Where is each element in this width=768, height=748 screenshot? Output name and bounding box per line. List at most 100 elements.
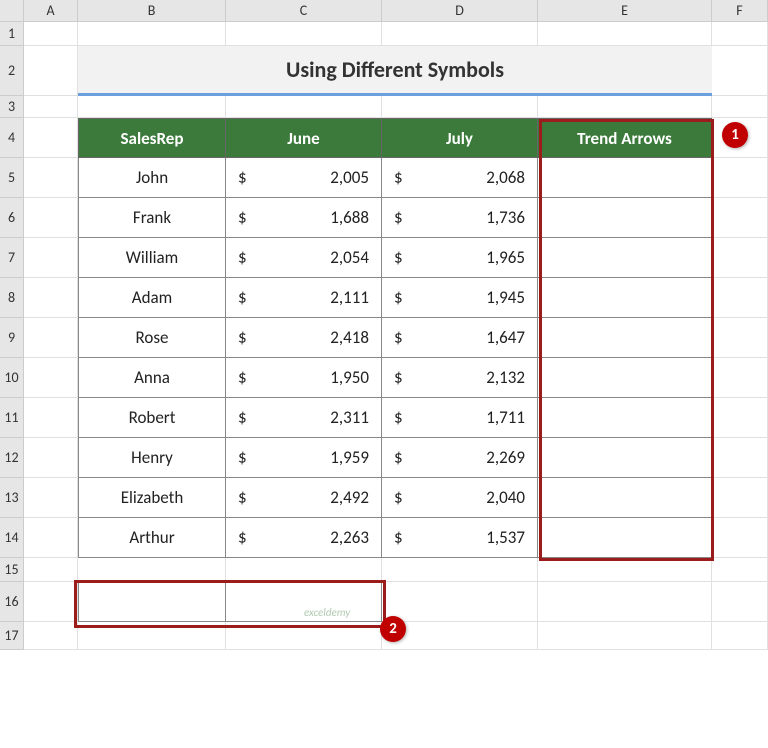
cell[interactable] <box>712 278 768 318</box>
cell[interactable] <box>712 158 768 198</box>
cell[interactable] <box>24 238 78 278</box>
header-june[interactable]: June <box>226 118 382 158</box>
table-cell-name[interactable]: Robert <box>78 398 226 438</box>
cell[interactable] <box>712 96 768 118</box>
col-header-d[interactable]: D <box>382 0 538 21</box>
cell[interactable] <box>382 582 538 622</box>
table-cell-name[interactable]: Elizabeth <box>78 478 226 518</box>
table-cell-trend[interactable] <box>538 358 712 398</box>
cell[interactable] <box>24 438 78 478</box>
table-cell-trend[interactable] <box>538 398 712 438</box>
cell[interactable] <box>78 22 226 46</box>
row-header-6[interactable]: 6 <box>0 198 23 238</box>
table-cell-name[interactable]: Adam <box>78 278 226 318</box>
col-header-b[interactable]: B <box>78 0 226 21</box>
cell[interactable] <box>226 558 382 582</box>
cell[interactable] <box>382 22 538 46</box>
table-cell-july[interactable]: $1,965 <box>382 238 538 278</box>
cell[interactable] <box>24 46 78 96</box>
row-header-8[interactable]: 8 <box>0 278 23 318</box>
cell[interactable] <box>712 582 768 622</box>
row-header-1[interactable]: 1 <box>0 22 23 46</box>
table-cell-june[interactable]: $1,688 <box>226 198 382 238</box>
cell[interactable] <box>382 558 538 582</box>
table-cell-june[interactable]: $2,111 <box>226 278 382 318</box>
cell[interactable] <box>712 46 768 96</box>
table-cell-july[interactable]: $2,269 <box>382 438 538 478</box>
table-cell-name[interactable]: Anna <box>78 358 226 398</box>
table-cell-trend[interactable] <box>538 198 712 238</box>
col-header-c[interactable]: C <box>226 0 382 21</box>
cell-b16[interactable] <box>78 582 226 622</box>
cell[interactable] <box>78 622 226 650</box>
table-cell-july[interactable]: $1,647 <box>382 318 538 358</box>
worksheet-area[interactable]: Using Different Symbols SalesRep June Ju… <box>24 22 768 748</box>
table-cell-name[interactable]: John <box>78 158 226 198</box>
table-cell-trend[interactable] <box>538 518 712 558</box>
row-header-11[interactable]: 11 <box>0 398 23 438</box>
cell[interactable] <box>24 518 78 558</box>
cell[interactable] <box>24 622 78 650</box>
table-cell-trend[interactable] <box>538 238 712 278</box>
cell[interactable] <box>712 22 768 46</box>
table-cell-name[interactable]: Henry <box>78 438 226 478</box>
cell[interactable] <box>24 398 78 438</box>
cell[interactable] <box>24 22 78 46</box>
col-header-f[interactable]: F <box>712 0 768 21</box>
header-trend[interactable]: Trend Arrows <box>538 118 712 158</box>
table-cell-trend[interactable] <box>538 438 712 478</box>
cell[interactable] <box>712 238 768 278</box>
row-header-17[interactable]: 17 <box>0 622 23 650</box>
table-cell-july[interactable]: $1,711 <box>382 398 538 438</box>
cell[interactable] <box>24 558 78 582</box>
table-cell-july[interactable]: $2,132 <box>382 358 538 398</box>
table-cell-trend[interactable] <box>538 318 712 358</box>
cell[interactable] <box>538 22 712 46</box>
table-cell-trend[interactable] <box>538 158 712 198</box>
col-header-a[interactable]: A <box>24 0 78 21</box>
table-cell-june[interactable]: $2,492 <box>226 478 382 518</box>
table-cell-name[interactable]: Frank <box>78 198 226 238</box>
title-cell[interactable]: Using Different Symbols <box>78 46 712 96</box>
col-header-e[interactable]: E <box>538 0 712 21</box>
table-cell-name[interactable]: Rose <box>78 318 226 358</box>
row-header-9[interactable]: 9 <box>0 318 23 358</box>
cell[interactable] <box>24 358 78 398</box>
row-header-10[interactable]: 10 <box>0 358 23 398</box>
cell[interactable] <box>538 622 712 650</box>
cell[interactable] <box>712 478 768 518</box>
cell[interactable] <box>538 96 712 118</box>
cell[interactable] <box>24 158 78 198</box>
cell[interactable] <box>24 198 78 238</box>
cell[interactable] <box>24 278 78 318</box>
cell[interactable] <box>226 22 382 46</box>
cell[interactable] <box>712 318 768 358</box>
row-header-16[interactable]: 16 <box>0 582 23 622</box>
cell[interactable] <box>226 622 382 650</box>
table-cell-july[interactable]: $1,537 <box>382 518 538 558</box>
cell[interactable] <box>712 398 768 438</box>
cell[interactable] <box>712 198 768 238</box>
header-salesrep[interactable]: SalesRep <box>78 118 226 158</box>
row-header-4[interactable]: 4 <box>0 118 23 158</box>
cell[interactable] <box>78 558 226 582</box>
cell[interactable] <box>712 438 768 478</box>
cell[interactable] <box>712 622 768 650</box>
cell[interactable] <box>24 118 78 158</box>
table-cell-july[interactable]: $1,736 <box>382 198 538 238</box>
cell[interactable] <box>24 478 78 518</box>
table-cell-june[interactable]: $2,054 <box>226 238 382 278</box>
cell[interactable] <box>78 96 226 118</box>
table-cell-july[interactable]: $2,068 <box>382 158 538 198</box>
cell[interactable] <box>712 358 768 398</box>
row-header-15[interactable]: 15 <box>0 558 23 582</box>
cell[interactable] <box>712 518 768 558</box>
cell[interactable] <box>538 582 712 622</box>
table-cell-june[interactable]: $2,005 <box>226 158 382 198</box>
table-cell-june[interactable]: $1,959 <box>226 438 382 478</box>
row-header-13[interactable]: 13 <box>0 478 23 518</box>
table-cell-name[interactable]: Arthur <box>78 518 226 558</box>
cell[interactable] <box>382 96 538 118</box>
cell[interactable] <box>712 558 768 582</box>
row-header-7[interactable]: 7 <box>0 238 23 278</box>
